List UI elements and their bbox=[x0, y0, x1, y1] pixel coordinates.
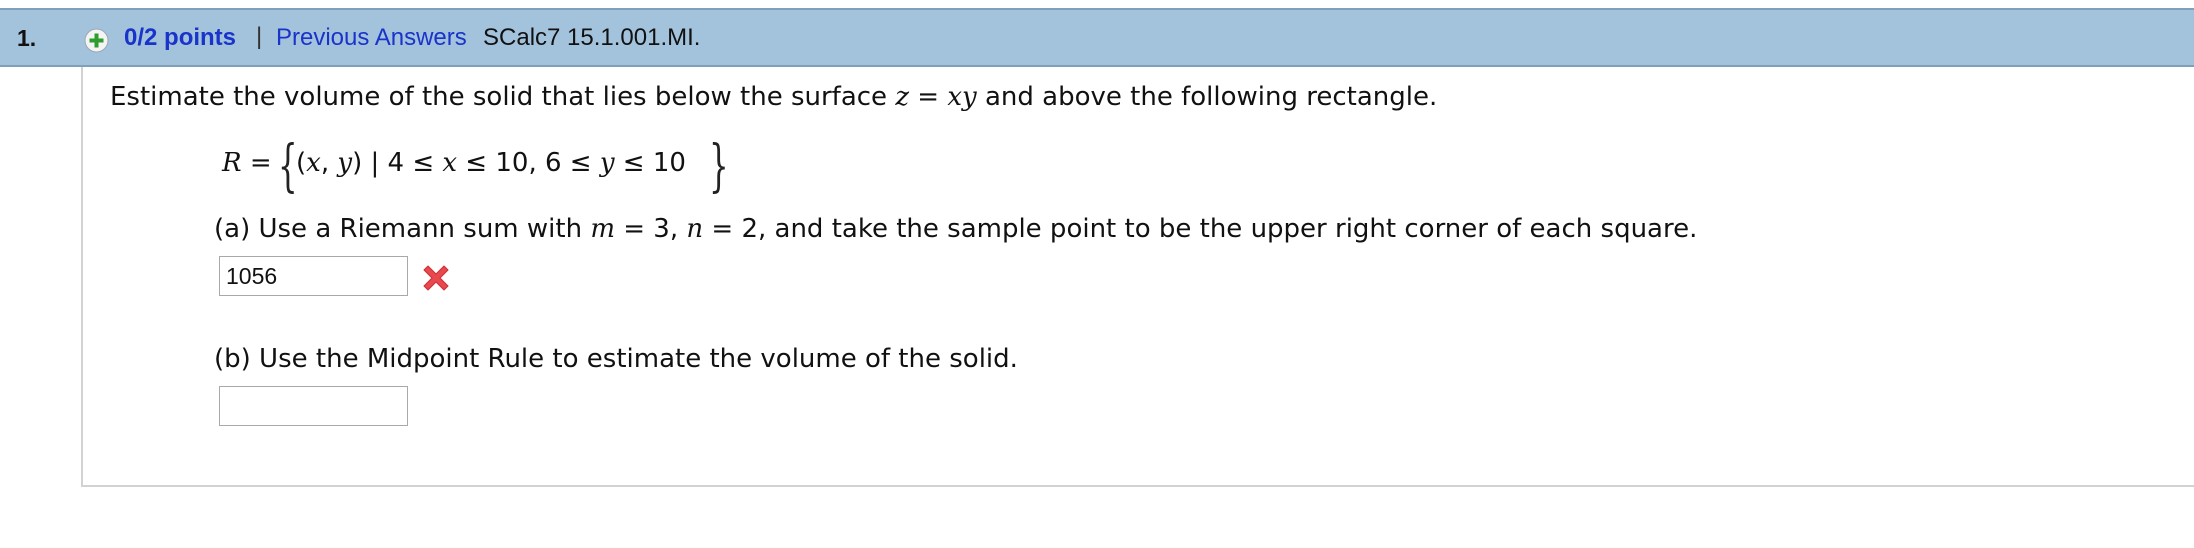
set-condition: ≤ 10, 6 ≤ bbox=[457, 148, 600, 178]
math-y: y bbox=[337, 148, 353, 178]
part-b-answer-input[interactable] bbox=[219, 386, 408, 426]
math-n: n bbox=[686, 214, 704, 244]
math-equals: = bbox=[909, 82, 948, 112]
region-set-body: (x, y) | 4 ≤ x ≤ 10, 6 ≤ y ≤ 10 bbox=[296, 148, 686, 178]
region-lhs: R = bbox=[222, 148, 272, 178]
math-z: z bbox=[895, 82, 910, 112]
set-condition: | 4 ≤ bbox=[362, 148, 443, 178]
previous-answers-link[interactable]: Previous Answers bbox=[276, 24, 467, 52]
question-header: 1. 0/2 points | Previous Answers SCalc7 … bbox=[0, 8, 2194, 67]
plus-circle-icon[interactable] bbox=[84, 28, 109, 53]
math-xy: xy bbox=[947, 82, 977, 112]
part-b-prompt: (b) Use the Midpoint Rule to estimate th… bbox=[214, 344, 1018, 374]
header-separator: | bbox=[256, 23, 263, 50]
question-code: SCalc7 15.1.001.MI. bbox=[483, 24, 701, 51]
part-a-answer-input[interactable] bbox=[219, 256, 408, 296]
math-y: y bbox=[599, 148, 615, 178]
math-equals: = bbox=[241, 148, 272, 178]
question-text-part: and above the following rectangle. bbox=[976, 82, 1438, 112]
part-a-text: = 2, and take the sample point to be the… bbox=[703, 214, 1698, 244]
question-text-part: Estimate the volume of the solid that li… bbox=[110, 82, 896, 112]
points-label[interactable]: 0/2 points bbox=[124, 24, 236, 52]
set-condition: ≤ 10 bbox=[614, 148, 686, 178]
paren: ) bbox=[352, 148, 363, 178]
math-x: x bbox=[442, 148, 458, 178]
question-text: Estimate the volume of the solid that li… bbox=[110, 82, 1437, 112]
left-brace: { bbox=[278, 134, 298, 199]
math-x: x bbox=[306, 148, 321, 178]
math-m: m bbox=[590, 214, 615, 244]
paren: ( bbox=[296, 148, 307, 178]
part-a-prompt: (a) Use a Riemann sum with m = 3, n = 2,… bbox=[214, 214, 1697, 244]
part-a-text: = 3, bbox=[614, 214, 687, 244]
incorrect-x-icon bbox=[423, 265, 449, 291]
math-R: R bbox=[222, 148, 242, 178]
part-a-text: (a) Use a Riemann sum with bbox=[214, 214, 591, 244]
right-brace: } bbox=[709, 134, 729, 199]
comma: , bbox=[320, 148, 338, 178]
question-number: 1. bbox=[17, 25, 37, 51]
